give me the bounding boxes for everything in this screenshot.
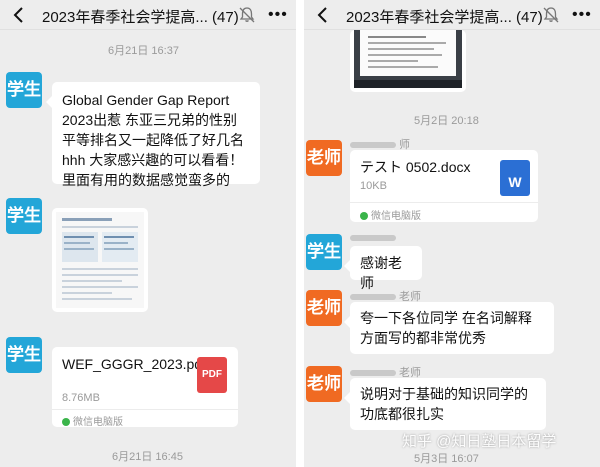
avatar[interactable]: 老师 <box>306 140 342 176</box>
mute-bell-icon <box>543 7 559 23</box>
timestamp: 6月21日 16:45 <box>112 451 183 463</box>
back-arrow-icon[interactable] <box>10 5 28 25</box>
mute-bell-icon <box>239 7 255 23</box>
wechat-dot-icon <box>360 212 368 221</box>
wechat-dot-icon <box>62 418 70 427</box>
watermark: 知乎 @知日塾日本留学 <box>402 433 557 450</box>
more-options-icon[interactable]: ••• <box>572 7 592 23</box>
chat-panel-right: 2023年春季社会学提高... (47) ••• 5月2日 20:18 老师 师… <box>304 0 600 467</box>
timestamp: 6月21日 16:37 <box>108 45 179 57</box>
panel-divider <box>296 0 304 467</box>
message-bubble[interactable]: Global Gender Gap Report 2023出惹 东亚三兄弟的性别… <box>46 82 260 188</box>
avatar[interactable]: 老师 <box>306 366 342 402</box>
message-bubble[interactable]: 说明对于基础的知识同学的功底都很扎实 <box>344 378 546 430</box>
avatar[interactable]: 学生 <box>6 198 42 234</box>
blurred-name <box>350 294 396 301</box>
blurred-name <box>350 370 396 377</box>
screenshot-thumbnail-image <box>354 30 462 88</box>
chat-title: 2023年春季社会学提高... (47) <box>42 9 239 26</box>
pdf-file-icon: PDF <box>197 357 227 393</box>
message-text: 夸一下各位同学 在名词解释方面写的都非常优秀 <box>360 310 532 346</box>
message-text: 说明对于基础的知识同学的功底都很扎实 <box>360 386 528 422</box>
image-message[interactable] <box>52 208 148 312</box>
file-message[interactable]: WEF_GGGR_2023.pdf 8.76MB PDF 微信电脑版 <box>52 347 238 428</box>
message-text: Global Gender Gap Report 2023出惹 东亚三兄弟的性别… <box>62 92 244 188</box>
avatar[interactable]: 学生 <box>6 337 42 373</box>
chat-panel-left: 2023年春季社会学提高... (47) ••• 6月21日 16:37 学生 … <box>0 0 296 467</box>
report-thumbnail-image <box>56 212 144 308</box>
blurred-name <box>350 235 396 242</box>
divider <box>350 202 538 203</box>
divider <box>52 409 238 410</box>
sender-name <box>350 232 399 244</box>
file-source: 微信电脑版 <box>62 413 123 428</box>
avatar[interactable]: 学生 <box>6 72 42 108</box>
blurred-name <box>350 142 396 149</box>
file-message[interactable]: テスト 0502.docx 10KB W 微信电脑版 <box>350 150 538 222</box>
file-name: テスト 0502.docx <box>360 159 471 175</box>
image-message[interactable] <box>350 30 466 92</box>
more-options-icon[interactable]: ••• <box>268 7 288 23</box>
chat-title: 2023年春季社会学提高... (47) <box>346 9 543 26</box>
message-bubble[interactable]: 夸一下各位同学 在名词解释方面写的都非常优秀 <box>344 302 554 354</box>
message-bubble[interactable]: 感谢老师 <box>344 246 422 291</box>
avatar[interactable]: 老师 <box>306 290 342 326</box>
file-name: WEF_GGGR_2023.pdf <box>62 356 206 372</box>
file-size: 10KB <box>360 180 387 192</box>
word-file-icon: W <box>500 160 530 196</box>
file-size: 8.76MB <box>62 392 100 404</box>
timestamp: 5月2日 20:18 <box>414 115 479 127</box>
chat-header: 2023年春季社会学提高... (47) ••• <box>304 0 600 30</box>
timestamp: 5月3日 16:07 <box>414 453 479 465</box>
avatar[interactable]: 学生 <box>306 234 342 270</box>
file-source: 微信电脑版 <box>360 207 421 222</box>
back-arrow-icon[interactable] <box>314 5 332 25</box>
chat-header: 2023年春季社会学提高... (47) ••• <box>0 0 296 30</box>
